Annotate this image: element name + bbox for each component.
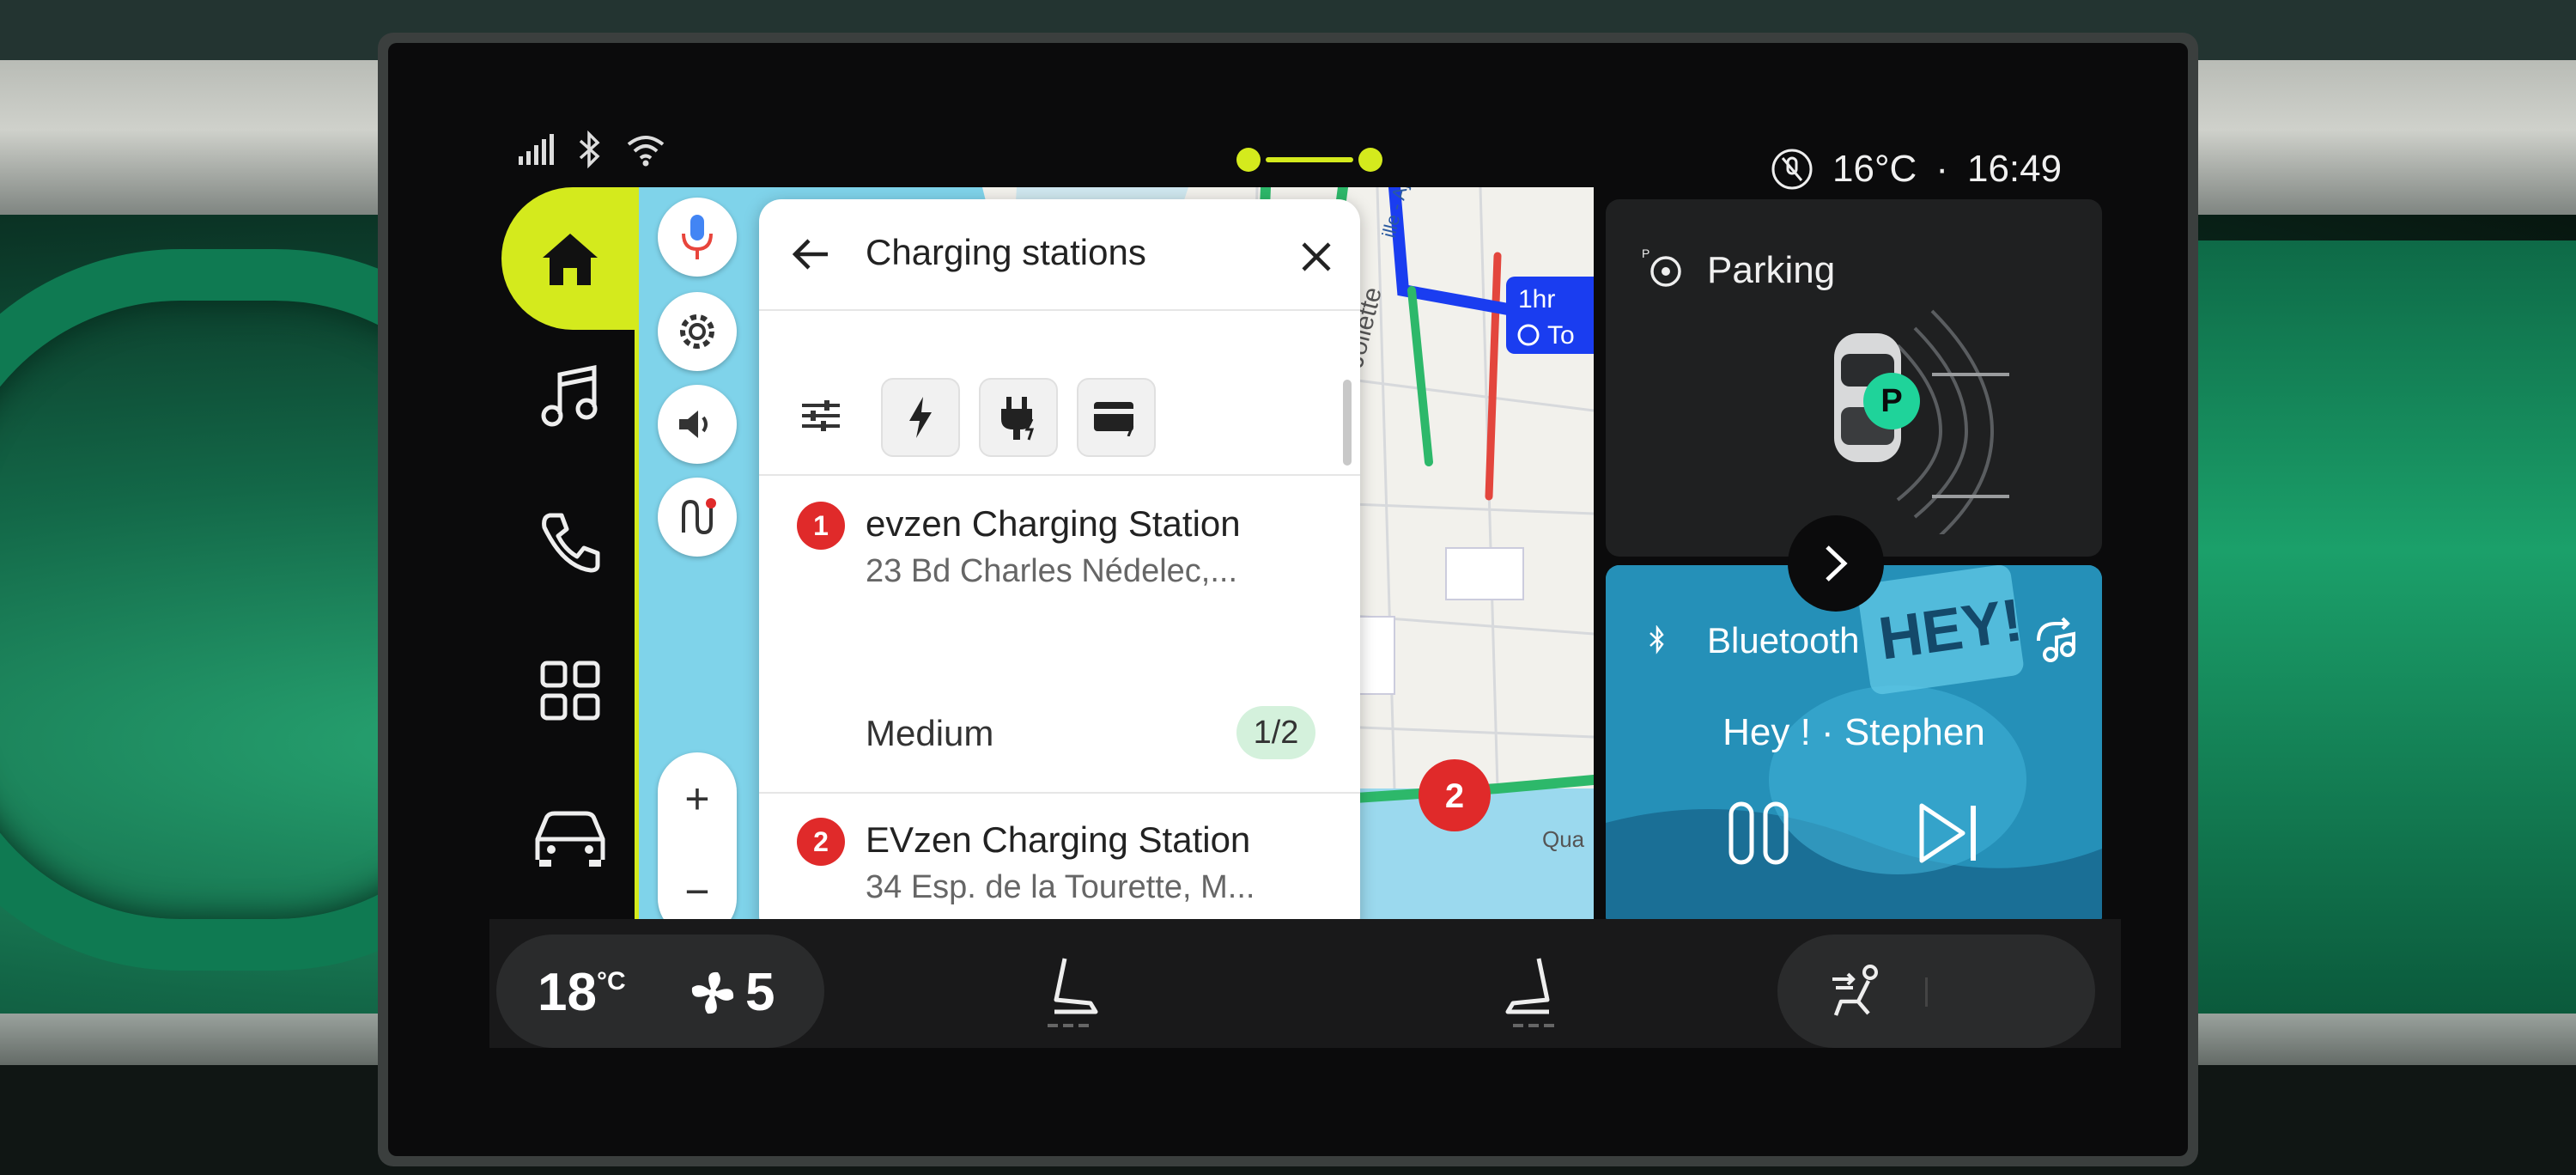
seat-icon <box>1505 958 1554 1027</box>
panel-scrollbar[interactable] <box>1343 380 1352 466</box>
car-icon <box>535 811 605 867</box>
route-eta-chip[interactable]: 1hr To <box>1506 277 1594 354</box>
microphone-icon <box>682 215 713 259</box>
parking-widget[interactable]: P Parking P <box>1606 199 2102 557</box>
panel-title: Charging stations <box>866 232 1146 272</box>
filter-fast-charge-chip[interactable] <box>881 378 960 457</box>
cabin-temperature-control[interactable]: 18°C <box>538 962 626 1023</box>
rail-home-button[interactable] <box>501 187 639 330</box>
wifi-icon <box>627 136 665 167</box>
plug-icon <box>1001 397 1035 441</box>
result-index-badge: 1 <box>797 502 845 550</box>
close-icon[interactable] <box>1300 240 1333 273</box>
fan-icon <box>691 971 734 1014</box>
climate-left-pill: 18°C 5 <box>496 935 824 1048</box>
rail-vehicle-button[interactable] <box>501 787 639 890</box>
map-marker-2[interactable]: 2 <box>1419 759 1491 831</box>
route-icon <box>682 498 716 535</box>
home-icon <box>543 234 598 285</box>
mic-muted-icon[interactable] <box>1771 148 1814 191</box>
parking-title: Parking <box>1707 249 1836 291</box>
seat-icon <box>1048 958 1098 1027</box>
next-track-button[interactable] <box>1915 799 1984 868</box>
clock: 16:49 <box>1966 148 2063 190</box>
svg-text:P: P <box>1642 247 1649 260</box>
temperature-unit: °C <box>596 967 626 995</box>
bluetooth-icon <box>579 131 600 168</box>
bolt-icon <box>909 397 932 438</box>
signal-icon <box>519 134 554 165</box>
apps-grid-icon <box>540 661 600 721</box>
track-info: Hey ! · Stephen <box>1722 711 1985 753</box>
outside-temperature: 16°C <box>1832 148 1917 190</box>
result-name: EVzen Charging Station <box>866 819 1251 860</box>
settings-icon <box>680 314 714 349</box>
result-address: 23 Bd Charles Nédelec,... <box>866 553 1238 589</box>
status-right: 16°C · 16:49 <box>1771 148 2062 191</box>
fan-speed-value: 5 <box>745 963 775 1022</box>
ventilation-icon[interactable] <box>1829 964 1889 1020</box>
infotainment-screen: 16°C · 16:49 Joliette ille - Ajaccio Qua… <box>388 43 2188 1156</box>
filter-sliders-icon[interactable] <box>800 397 841 435</box>
result-name: evzen Charging Station <box>866 503 1241 544</box>
result-speed: Medium <box>866 713 994 753</box>
driver-seat-heat-button[interactable] <box>1039 952 1108 1035</box>
volume-icon <box>679 411 708 438</box>
media-widget[interactable]: HEY! Bluetooth Hey ! · Stephen <box>1606 565 2102 929</box>
result-index-badge: 2 <box>797 818 845 866</box>
map-route-button[interactable] <box>658 478 737 557</box>
rail-music-button[interactable] <box>501 345 639 448</box>
panel-divider <box>759 792 1360 794</box>
voice-search-button[interactable] <box>658 198 737 277</box>
music-icon <box>541 364 598 427</box>
bluetooth-icon <box>1649 625 1664 654</box>
widgets-next-button[interactable] <box>1788 515 1884 612</box>
status-separator: · <box>1935 148 1948 190</box>
fan-speed-control[interactable]: 5 <box>687 962 775 1023</box>
map-marker-label: 2 <box>1445 777 1464 815</box>
rail-phone-button[interactable] <box>501 491 639 594</box>
rail-apps-button[interactable] <box>501 639 639 742</box>
climate-right-pill <box>1777 935 2095 1048</box>
charging-stations-panel: Charging stations 1 evzen Charging Stati… <box>759 199 1360 938</box>
map-settings-button[interactable] <box>658 292 737 371</box>
card-icon <box>1094 402 1134 436</box>
map-quai-label: Qua <box>1542 826 1585 852</box>
media-source: Bluetooth <box>1707 620 1860 661</box>
filter-payment-chip[interactable] <box>1077 378 1156 457</box>
pause-button[interactable] <box>1726 799 1791 868</box>
map-zoom-control: + − <box>658 752 737 938</box>
back-arrow-icon[interactable] <box>790 235 831 273</box>
map-volume-button[interactable] <box>658 385 737 464</box>
availability-badge: 1/2 <box>1236 706 1315 759</box>
climate-right-divider <box>1925 977 1928 1007</box>
route-duration: 1hr <box>1518 285 1555 314</box>
zoom-in-button[interactable]: + <box>658 752 737 845</box>
result-address: 34 Esp. de la Tourette, M... <box>866 869 1255 905</box>
status-icons <box>517 131 666 168</box>
filter-connector-chip[interactable] <box>979 378 1058 457</box>
switch-source-icon[interactable] <box>2032 617 2080 665</box>
panel-divider <box>759 474 1360 476</box>
parking-sensor-icon: P <box>1642 247 1681 287</box>
phone-icon <box>542 513 600 573</box>
dashboard-trim-green-right <box>2198 240 2576 1014</box>
screen-handle-indicator[interactable] <box>1236 148 1382 172</box>
cabin-temperature: 18 <box>538 963 597 1022</box>
parking-badge: P <box>1863 373 1920 429</box>
chevron-right-icon <box>1826 545 1848 581</box>
panel-divider <box>759 309 1360 311</box>
route-extra: To <box>1547 321 1575 350</box>
passenger-seat-heat-button[interactable] <box>1496 952 1564 1035</box>
